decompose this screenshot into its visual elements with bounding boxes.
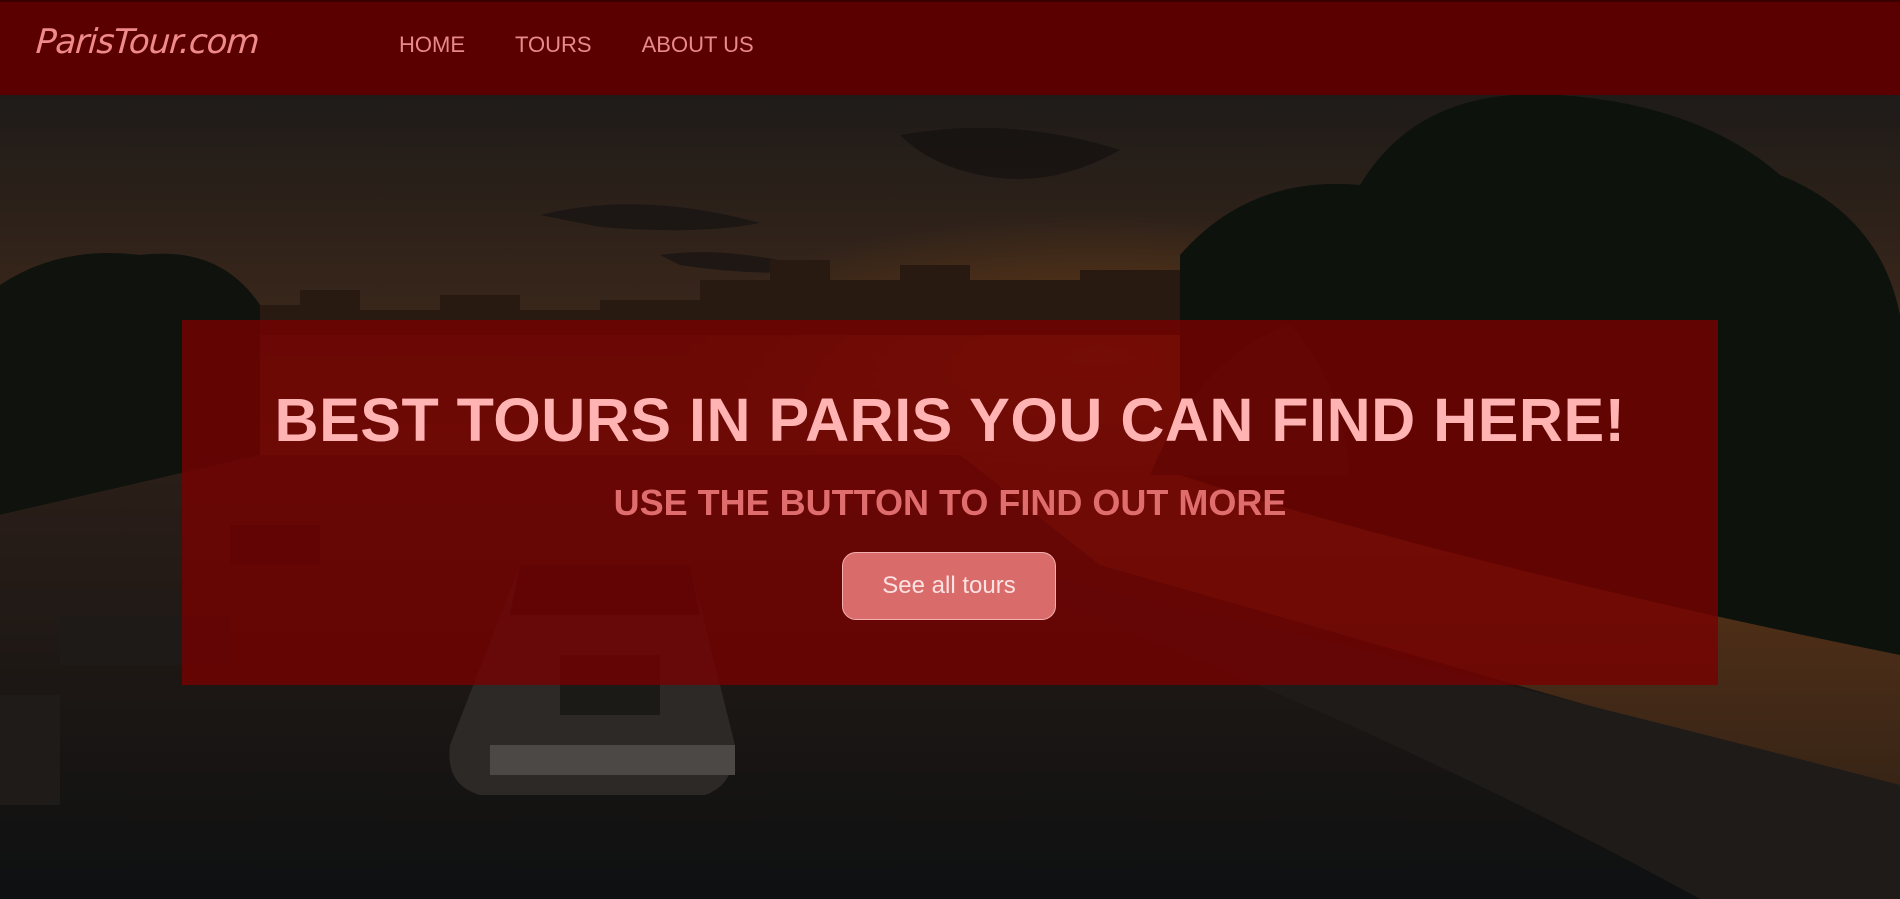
nav-link-home[interactable]: HOME (399, 32, 465, 58)
see-all-tours-button[interactable]: See all tours (842, 552, 1056, 620)
hero-subtitle: USE THE BUTTON TO FIND OUT MORE (613, 482, 1287, 523)
nav-link-tours[interactable]: TOURS (515, 32, 592, 58)
nav-menu: HOME TOURS ABOUT US (399, 32, 804, 58)
navbar: ParisTour.com HOME TOURS ABOUT US (0, 0, 1900, 95)
hero-overlay-box: BEST TOURS IN PARIS YOU CAN FIND HERE! U… (182, 320, 1718, 685)
brand-logo[interactable]: ParisTour.com (35, 22, 260, 62)
hero-section: BEST TOURS IN PARIS YOU CAN FIND HERE! U… (0, 95, 1900, 899)
hero-title: BEST TOURS IN PARIS YOU CAN FIND HERE! (274, 386, 1626, 454)
nav-link-about-us[interactable]: ABOUT US (642, 32, 754, 58)
